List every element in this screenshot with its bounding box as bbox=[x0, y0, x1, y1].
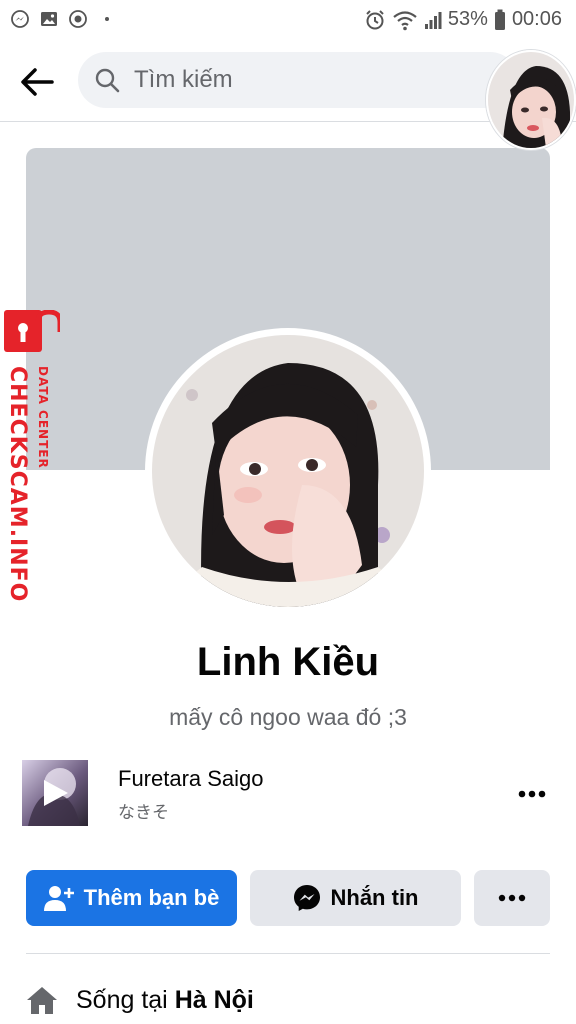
add-friend-label: Thêm bạn bè bbox=[83, 885, 220, 910]
media-notification-icon bbox=[69, 10, 87, 28]
profile-picture[interactable] bbox=[145, 328, 431, 614]
profile-photo bbox=[152, 335, 424, 607]
avatar-photo bbox=[488, 52, 574, 148]
lives-in-row: Sống tại Hà Nội bbox=[26, 980, 550, 1020]
watermark-subtitle: DATA CENTER bbox=[36, 366, 50, 469]
more-actions-button[interactable] bbox=[474, 870, 550, 926]
add-friend-button[interactable]: Thêm bạn bè bbox=[26, 870, 237, 926]
app-header bbox=[0, 40, 576, 150]
alarm-icon bbox=[366, 9, 384, 29]
lives-in-prefix: Sống tại bbox=[76, 985, 168, 1014]
lock-icon bbox=[4, 310, 60, 352]
message-label: Nhắn tin bbox=[330, 885, 419, 910]
battery-icon bbox=[494, 9, 505, 30]
messenger-notification-icon bbox=[11, 10, 29, 28]
watermark-brand: CHECKSCAM.INFO bbox=[5, 366, 30, 603]
search-bar[interactable] bbox=[78, 52, 518, 108]
home-icon bbox=[27, 987, 57, 1014]
wifi-icon bbox=[393, 10, 417, 30]
clock: 00:06 bbox=[511, 8, 562, 30]
watermark: CHECKSCAM.INFO DATA CENTER bbox=[0, 310, 70, 602]
play-icon bbox=[44, 780, 68, 806]
add-friend-icon bbox=[43, 886, 74, 911]
system-status: 53% 00:06 bbox=[364, 8, 562, 31]
more-notifications-dot bbox=[105, 17, 109, 21]
battery-percent: 53% bbox=[447, 8, 488, 30]
music-cover-art[interactable] bbox=[22, 760, 88, 826]
back-arrow-icon[interactable] bbox=[18, 62, 58, 102]
notification-icons bbox=[10, 9, 109, 29]
message-button[interactable]: Nhắn tin bbox=[250, 870, 461, 926]
status-bar: 53% 00:06 bbox=[0, 0, 576, 40]
search-icon bbox=[95, 68, 120, 93]
signal-icon bbox=[424, 11, 442, 29]
song-artist: なきそ bbox=[118, 803, 169, 823]
lives-in-city[interactable]: Hà Nội bbox=[175, 986, 254, 1014]
gallery-notification-icon bbox=[41, 12, 57, 26]
song-title: Furetara Saigo bbox=[118, 766, 264, 791]
profile-name: Linh Kiều bbox=[196, 640, 380, 684]
section-divider bbox=[26, 953, 550, 954]
header-profile-avatar[interactable] bbox=[486, 50, 576, 150]
search-input[interactable] bbox=[134, 52, 494, 108]
more-dots-icon bbox=[498, 894, 526, 902]
more-options-icon[interactable] bbox=[512, 774, 552, 814]
profile-music[interactable]: Furetara Saigo なきそ bbox=[22, 760, 552, 826]
messenger-icon bbox=[293, 885, 320, 911]
profile-bio: mấy cô ngoo waa đó ;3 bbox=[169, 704, 407, 730]
